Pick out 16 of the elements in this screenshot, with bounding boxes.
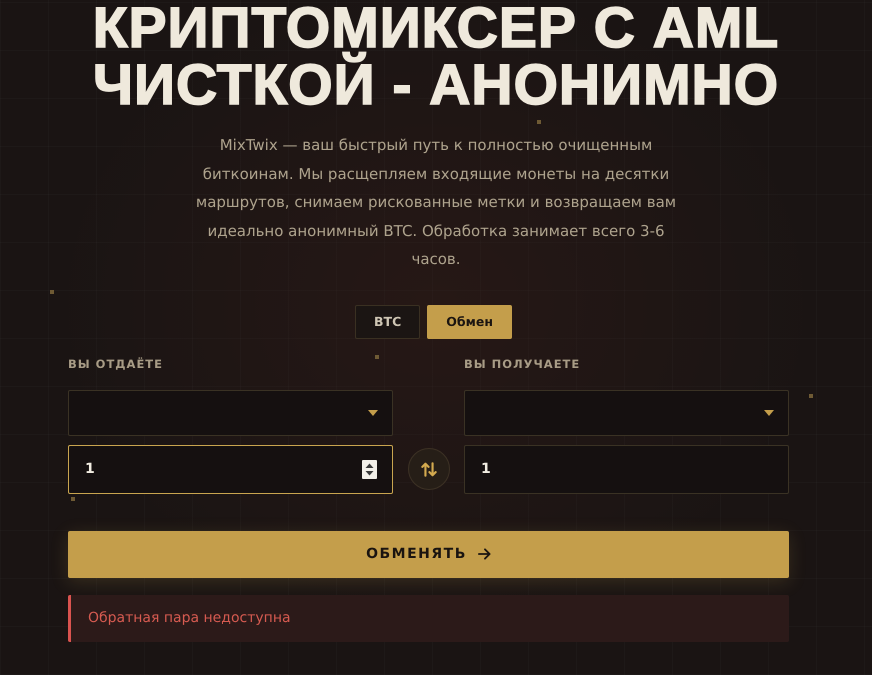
hero-description: MixTwix — ваш быстрый путь к полностью очищенным биткоинам. Мы расщепляем входящие монеты на десятки маршрутов, снимаем рискованные метки и возвращаем вам идеально анонимный BTC. Обработка занимает всего 3-6 часов. [194, 135, 678, 270]
amount-input[interactable]: 1 [464, 444, 789, 494]
caret-icon [764, 410, 774, 416]
spinner-icon[interactable] [362, 460, 377, 478]
exchange-button[interactable]: ОБМЕНЯТЬ [68, 530, 789, 578]
swap-arrows-icon [420, 462, 436, 476]
mode-tab[interactable]: Обмен [427, 304, 512, 338]
amount-input[interactable]: 1 [68, 444, 393, 494]
mode-tab[interactable]: BTC [355, 304, 420, 338]
arrow-right-icon [478, 548, 491, 560]
error-message: Обратная пара недоступна [88, 610, 291, 626]
caret-icon [368, 410, 378, 416]
field-label: ВЫ ОТДАЁТЕ [68, 356, 164, 372]
hero-title: КРИПТОМИКСЕР С AML ЧИСТКОЙ - АНОНИМНО [92, 0, 780, 114]
swap-button[interactable] [408, 448, 450, 490]
field-label: ВЫ ПОЛУЧАЕТЕ [464, 356, 580, 372]
